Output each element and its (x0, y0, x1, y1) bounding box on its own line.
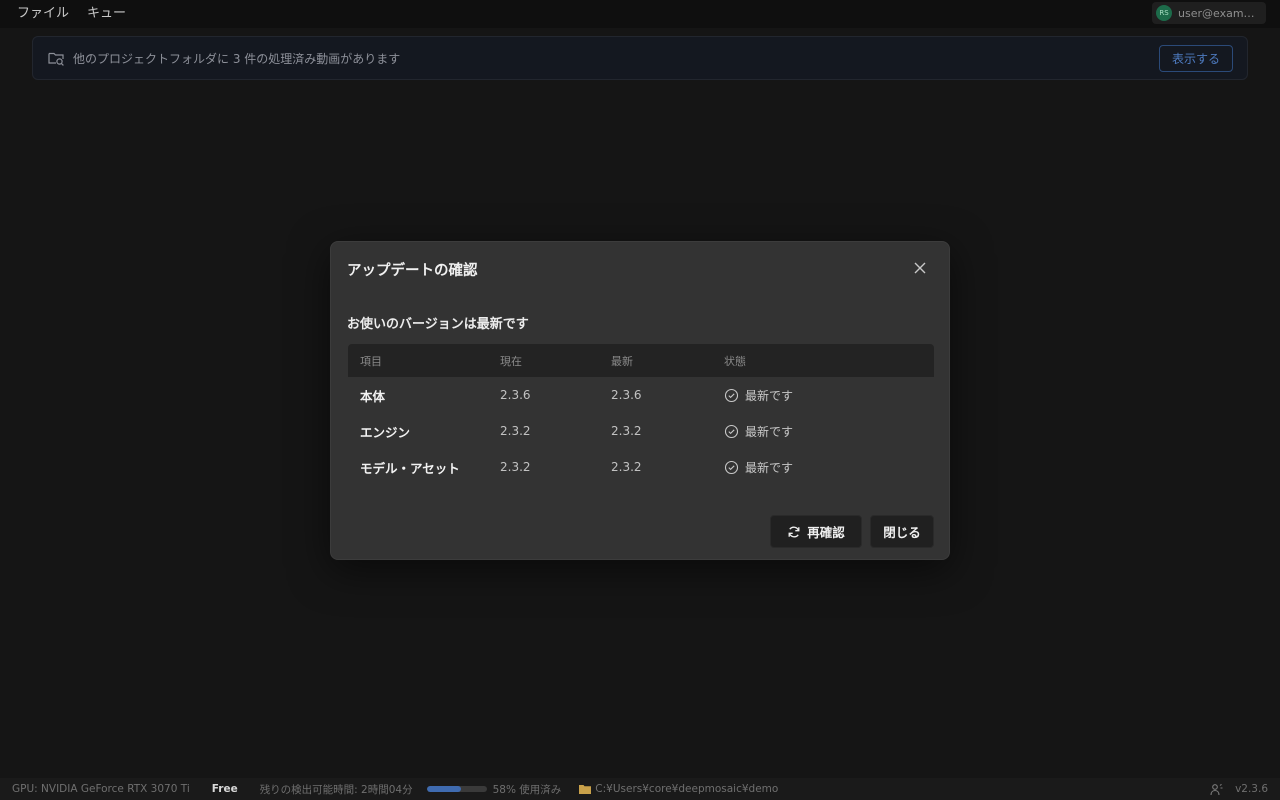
update-check-dialog: アップデートの確認 お使いのバージョンは最新です 項目 現在 最新 状態 本体 … (330, 241, 950, 560)
avatar: RS (1156, 5, 1172, 21)
row-name: エンジン (360, 424, 411, 440)
status-text: 最新です (745, 424, 794, 439)
header-status: 状態 (724, 354, 746, 368)
remaining-time: 残りの検出可能時間: 2時間04分 (259, 783, 413, 796)
table-row: 本体 2.3.6 2.3.6 最新です (348, 377, 934, 413)
plan-badge: Free (211, 783, 238, 795)
menu-file[interactable]: ファイル (0, 0, 78, 28)
usage-progress-bar (426, 786, 487, 792)
folder-icon (579, 784, 592, 794)
row-latest: 2.3.2 (611, 460, 642, 474)
user-account-chip[interactable]: RS user@example.... (1152, 2, 1266, 24)
row-status: 最新です (724, 423, 934, 440)
status-text: 最新です (745, 460, 794, 475)
table-row: エンジン 2.3.2 2.3.2 最新です (348, 413, 934, 449)
row-current: 2.3.2 (500, 460, 531, 474)
header-item: 項目 (360, 354, 382, 368)
check-circle-icon (724, 424, 739, 439)
show-button[interactable]: 表示する (1158, 45, 1233, 72)
menu-queue[interactable]: キュー (78, 0, 135, 28)
row-status: 最新です (724, 459, 934, 476)
folder-search-icon (47, 49, 65, 67)
status-bar-right: v2.3.6 (1210, 778, 1268, 800)
row-current: 2.3.6 (500, 388, 531, 402)
user-voice-icon[interactable] (1210, 783, 1223, 796)
close-button[interactable]: 閉じる (870, 515, 934, 548)
close-icon[interactable] (911, 259, 929, 277)
app-version: v2.3.6 (1235, 783, 1268, 795)
menubar: ファイル キュー RS user@example.... (0, 0, 1280, 28)
usage-text: 58% 使用済み (492, 783, 562, 796)
refresh-icon (787, 525, 801, 539)
row-name: モデル・アセット (360, 460, 460, 476)
gpu-info: GPU: NVIDIA GeForce RTX 3070 Ti (12, 783, 190, 795)
banner-message: 他のプロジェクトフォルダに 3 件の処理済み動画があります (73, 51, 401, 66)
row-current: 2.3.2 (500, 424, 531, 438)
check-circle-icon (724, 460, 739, 475)
table-header: 項目 現在 最新 状態 (348, 344, 934, 377)
row-latest: 2.3.2 (611, 424, 642, 438)
header-latest: 最新 (611, 354, 633, 368)
table-row: モデル・アセット 2.3.2 2.3.2 最新です (348, 449, 934, 485)
project-path[interactable]: C:¥Users¥core¥deepmosaic¥demo (595, 783, 778, 795)
row-latest: 2.3.6 (611, 388, 642, 402)
dialog-title: アップデートの確認 (347, 263, 478, 279)
status-text: 最新です (745, 388, 794, 403)
status-bar: GPU: NVIDIA GeForce RTX 3070 Ti Free 残りの… (0, 778, 1280, 800)
recheck-button[interactable]: 再確認 (770, 515, 862, 548)
usage-progress-fill (426, 786, 462, 792)
header-current: 現在 (500, 354, 522, 368)
row-status: 最新です (724, 387, 934, 404)
row-name: 本体 (360, 388, 386, 404)
user-email: user@example.... (1178, 6, 1260, 20)
recheck-label: 再確認 (807, 526, 845, 540)
notification-banner: 他のプロジェクトフォルダに 3 件の処理済み動画があります 表示する (32, 36, 1248, 80)
version-status-heading: お使いのバージョンは最新です (347, 317, 529, 332)
version-table: 項目 現在 最新 状態 本体 2.3.6 2.3.6 最新です エンジン 2.3… (348, 344, 934, 485)
check-circle-icon (724, 388, 739, 403)
